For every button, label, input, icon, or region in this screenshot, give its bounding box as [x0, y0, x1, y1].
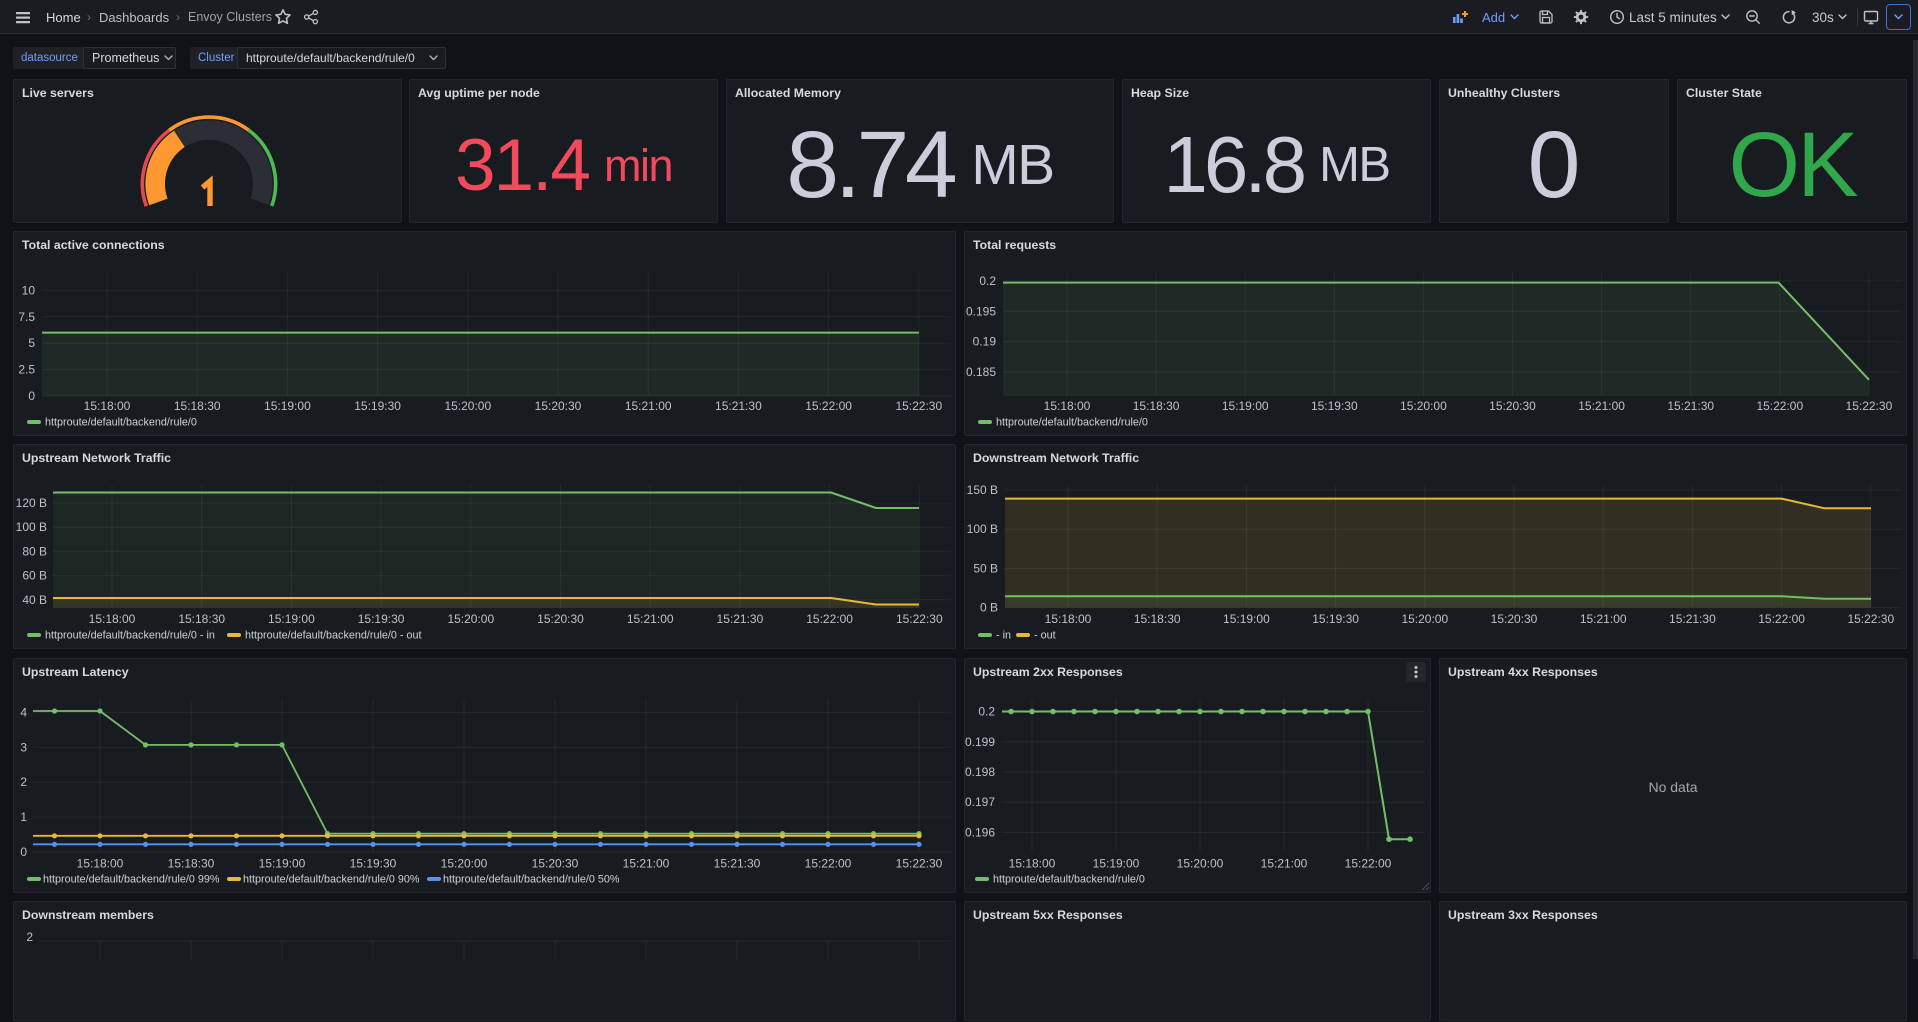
svg-text:15:22:30: 15:22:30 [896, 857, 943, 871]
svg-text:0: 0 [28, 389, 35, 403]
svg-text:1: 1 [20, 810, 27, 824]
svg-text:0.2: 0.2 [978, 705, 995, 719]
svg-text:15:20:00: 15:20:00 [444, 399, 491, 413]
svg-text:15:21:30: 15:21:30 [715, 399, 762, 413]
svg-text:15:20:00: 15:20:00 [447, 612, 494, 626]
svg-text:15:22:30: 15:22:30 [1846, 399, 1893, 413]
svg-text:100 B: 100 B [16, 520, 47, 534]
svg-text:15:20:00: 15:20:00 [1400, 399, 1447, 413]
svg-text:15:19:00: 15:19:00 [1223, 612, 1270, 626]
svg-text:15:21:00: 15:21:00 [627, 612, 674, 626]
svg-text:120 B: 120 B [16, 496, 47, 510]
svg-text:15:18:00: 15:18:00 [1045, 612, 1092, 626]
svg-text:15:22:00: 15:22:00 [806, 612, 853, 626]
svg-text:15:18:00: 15:18:00 [84, 399, 131, 413]
svg-text:15:21:30: 15:21:30 [717, 612, 764, 626]
svg-text:15:18:00: 15:18:00 [1009, 857, 1056, 871]
svg-text:- in: - in [996, 630, 1011, 642]
svg-text:15:20:30: 15:20:30 [1489, 399, 1536, 413]
svg-text:15:18:30: 15:18:30 [1134, 612, 1181, 626]
svg-text:15:22:00: 15:22:00 [1758, 612, 1805, 626]
svg-text:15:19:00: 15:19:00 [268, 612, 315, 626]
svg-text:15:19:30: 15:19:30 [358, 612, 405, 626]
svg-text:httproute/default/backend/rule: httproute/default/backend/rule/0 90% [243, 874, 420, 886]
svg-text:15:21:00: 15:21:00 [1578, 399, 1625, 413]
svg-text:40 B: 40 B [22, 593, 47, 607]
svg-text:httproute/default/backend/rule: httproute/default/backend/rule/0 - in [45, 630, 215, 642]
svg-text:0.2: 0.2 [979, 274, 996, 288]
svg-text:15:22:00: 15:22:00 [1756, 399, 1803, 413]
svg-text:15:19:00: 15:19:00 [259, 857, 306, 871]
svg-text:15:21:30: 15:21:30 [714, 857, 761, 871]
svg-text:15:18:00: 15:18:00 [1044, 399, 1091, 413]
svg-text:15:20:00: 15:20:00 [1401, 612, 1448, 626]
svg-text:- out: - out [1034, 630, 1056, 642]
svg-text:10: 10 [22, 283, 36, 297]
svg-text:httproute/default/backend/rule: httproute/default/backend/rule/0 99% [43, 874, 220, 886]
svg-text:httproute/default/backend/rule: httproute/default/backend/rule/0 [45, 417, 197, 429]
svg-text:15:22:00: 15:22:00 [805, 399, 852, 413]
svg-text:0.197: 0.197 [965, 795, 995, 809]
svg-text:15:20:00: 15:20:00 [1177, 857, 1224, 871]
svg-text:0 B: 0 B [980, 601, 998, 615]
svg-text:15:19:30: 15:19:30 [354, 399, 401, 413]
svg-text:7.5: 7.5 [18, 310, 35, 324]
svg-text:2: 2 [20, 775, 27, 789]
svg-text:15:20:00: 15:20:00 [441, 857, 488, 871]
svg-text:httproute/default/backend/rule: httproute/default/backend/rule/0 - out [245, 630, 421, 642]
svg-text:15:21:00: 15:21:00 [1261, 857, 1308, 871]
svg-text:15:21:00: 15:21:00 [623, 857, 670, 871]
svg-text:15:21:00: 15:21:00 [1580, 612, 1627, 626]
svg-text:15:21:30: 15:21:30 [1667, 399, 1714, 413]
svg-text:15:22:30: 15:22:30 [895, 399, 942, 413]
svg-text:0.19: 0.19 [973, 335, 997, 349]
svg-text:50 B: 50 B [973, 561, 998, 575]
svg-text:15:19:30: 15:19:30 [1312, 612, 1359, 626]
svg-text:4: 4 [20, 705, 27, 719]
svg-text:0.198: 0.198 [965, 765, 995, 779]
svg-text:15:18:30: 15:18:30 [178, 612, 225, 626]
svg-text:15:19:30: 15:19:30 [1311, 399, 1358, 413]
svg-text:15:22:30: 15:22:30 [896, 612, 943, 626]
svg-text:httproute/default/backend/rule: httproute/default/backend/rule/0 [993, 874, 1145, 886]
svg-text:15:19:00: 15:19:00 [264, 399, 311, 413]
svg-text:15:20:30: 15:20:30 [535, 399, 582, 413]
svg-text:15:21:30: 15:21:30 [1669, 612, 1716, 626]
svg-text:15:22:00: 15:22:00 [805, 857, 852, 871]
svg-text:15:20:30: 15:20:30 [1491, 612, 1538, 626]
svg-text:15:18:30: 15:18:30 [174, 399, 221, 413]
svg-text:15:18:30: 15:18:30 [1133, 399, 1180, 413]
svg-text:15:21:00: 15:21:00 [625, 399, 672, 413]
svg-text:0.196: 0.196 [965, 826, 995, 840]
svg-text:5: 5 [28, 336, 35, 350]
svg-text:15:19:30: 15:19:30 [350, 857, 397, 871]
svg-text:80 B: 80 B [22, 544, 47, 558]
svg-text:0: 0 [20, 845, 27, 859]
svg-text:15:18:00: 15:18:00 [77, 857, 124, 871]
svg-text:15:22:00: 15:22:00 [1345, 857, 1392, 871]
svg-text:15:18:00: 15:18:00 [89, 612, 136, 626]
svg-text:15:19:00: 15:19:00 [1093, 857, 1140, 871]
svg-text:2: 2 [26, 930, 33, 944]
svg-text:0.185: 0.185 [966, 365, 996, 379]
svg-text:httproute/default/backend/rule: httproute/default/backend/rule/0 50% [443, 874, 620, 886]
svg-text:15:20:30: 15:20:30 [537, 612, 584, 626]
svg-text:100 B: 100 B [967, 522, 998, 536]
svg-text:httproute/default/backend/rule: httproute/default/backend/rule/0 [996, 417, 1148, 429]
svg-text:3: 3 [20, 740, 27, 754]
svg-text:2.5: 2.5 [18, 363, 35, 377]
svg-text:60 B: 60 B [22, 569, 47, 583]
svg-text:15:19:00: 15:19:00 [1222, 399, 1269, 413]
svg-text:15:20:30: 15:20:30 [532, 857, 579, 871]
svg-text:15:22:30: 15:22:30 [1847, 612, 1894, 626]
svg-text:0.195: 0.195 [966, 304, 996, 318]
svg-text:150 B: 150 B [967, 483, 998, 497]
svg-text:15:18:30: 15:18:30 [168, 857, 215, 871]
svg-text:0.199: 0.199 [965, 735, 995, 749]
